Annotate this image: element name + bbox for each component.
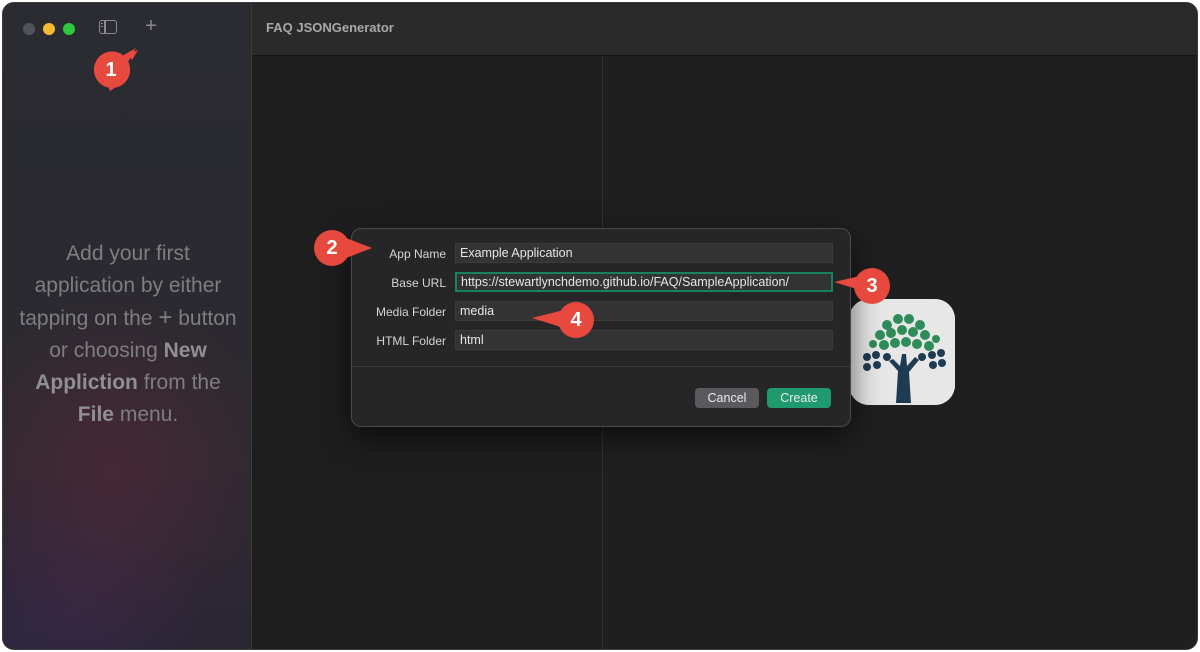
app-name-field[interactable]: Example Application [455, 243, 833, 263]
html-folder-field[interactable]: html [455, 330, 833, 350]
media-folder-row: Media Folder media [352, 301, 850, 323]
empty-text-bold: File [77, 403, 114, 426]
add-application-button[interactable]: + [141, 16, 161, 36]
callout-badge-3: 3 [832, 264, 896, 308]
media-folder-field[interactable]: media [455, 301, 833, 321]
media-folder-label: Media Folder [375, 305, 446, 319]
dialog-divider [352, 366, 850, 367]
app-name-label: App Name [389, 247, 446, 261]
minimize-window-button[interactable] [43, 23, 55, 35]
base-url-field[interactable]: https://stewartlynchdemo.github.io/FAQ/S… [455, 272, 833, 292]
maximize-window-button[interactable] [63, 23, 75, 35]
base-url-label: Base URL [391, 276, 446, 290]
sidebar: + Add your first application by either t… [3, 3, 252, 649]
cancel-button[interactable]: Cancel [695, 388, 759, 408]
app-tree-icon [849, 299, 955, 405]
html-folder-label: HTML Folder [376, 334, 446, 348]
callout-number: 4 [570, 309, 582, 331]
empty-text-part: from the [143, 371, 221, 394]
app-name-row: App Name Example Application [352, 243, 850, 265]
html-folder-row: HTML Folder html [352, 330, 850, 352]
empty-state-message: Add your first application by either tap… [19, 238, 237, 431]
callout-number: 3 [866, 275, 878, 297]
plus-icon: + [158, 304, 173, 331]
close-window-button[interactable] [23, 23, 35, 35]
callout-badge-1: 1 [88, 48, 140, 92]
new-application-dialog: App Name Example Application Base URL ht… [351, 228, 851, 427]
empty-text-part: menu. [119, 403, 179, 426]
title-bar: FAQ JSONGenerator [252, 3, 1197, 56]
callout-number: 2 [326, 237, 338, 259]
sidebar-toggle-icon[interactable] [99, 20, 117, 34]
app-window: + Add your first application by either t… [2, 2, 1198, 650]
create-button[interactable]: Create [767, 388, 831, 408]
base-url-row: Base URL https://stewartlynchdemo.github… [352, 272, 850, 294]
callout-number: 1 [105, 59, 117, 81]
window-title: FAQ JSONGenerator [266, 20, 394, 35]
callout-badge-4: 4 [530, 298, 600, 342]
callout-badge-2: 2 [308, 226, 374, 270]
